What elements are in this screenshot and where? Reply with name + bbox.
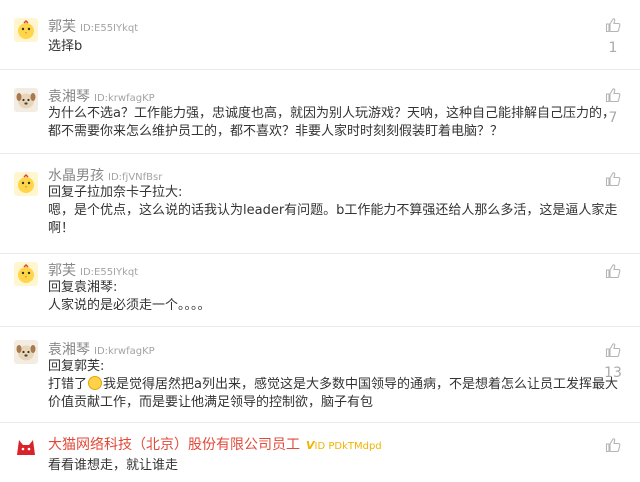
comment-author: 郭芙 ID:E55IYkqt	[48, 16, 138, 36]
like-button[interactable]: 13	[598, 342, 628, 381]
author-id: ID PDkTMdpd	[314, 441, 382, 452]
comment-author: 袁湘琴 ID:krwfagKP	[48, 339, 155, 359]
comment-line: 看看谁想走，就让谁走	[48, 458, 179, 473]
comment-item: 大猫网络科技（北京）股份有限公司员工 VID PDkTMdpd 看看谁想走，就让谁…	[0, 422, 640, 482]
comment-item: 郭芙 ID:E55IYkqt 选择b 1	[0, 0, 640, 70]
comment-author: 袁湘琴 ID:krwfagKP	[48, 86, 155, 106]
comment-item: 袁湘琴 ID:krwfagKP 回复郭芙: 打错了 我是觉得居然把a列出来，感觉这是…	[0, 326, 640, 423]
like-count	[598, 194, 628, 210]
comment-text: 回复袁湘琴: 人家说的是必须走一个。。。。	[48, 279, 596, 315]
thumbs-up-icon	[605, 172, 621, 187]
reply-to-label: 回复袁湘琴:	[48, 280, 118, 295]
comment-line: 选择b	[48, 39, 83, 54]
like-count: 1	[608, 40, 618, 56]
like-button[interactable]: 7	[598, 87, 628, 126]
author-id: ID:E55IYkqt	[80, 23, 139, 34]
author-id: ID:krwfagKP	[94, 346, 155, 357]
comment-text: 选择b	[48, 38, 596, 56]
comment-text: 为什么不选a？工作能力强，忠诚度也高，就因为别人玩游戏？天呐，这种自己能排解自己…	[48, 105, 615, 141]
thumbs-up-icon	[605, 264, 621, 279]
comment-text: 看看谁想走，就让谁走	[48, 457, 596, 475]
author-id: ID:E55IYkqt	[80, 267, 139, 278]
reply-to-label: 回复郭芙:	[48, 359, 105, 374]
comment-line: 都不需要你来怎么维护员工的，都不喜欢？非要人家时时刻刻假装盯着电脑？？	[48, 124, 504, 139]
comment-text-segment: 我是觉得居然把a列出来，感觉这是大多数中国领导的通病，不是想着怎么让员工发挥最大	[103, 377, 618, 392]
comment-text: 回复郭芙: 打错了 我是觉得居然把a列出来，感觉这是大多数中国领导的通病，不是想着…	[48, 358, 618, 412]
comment-line: 嗯，是个优点，这么说的话我认为leader有问题。b工作能力不算强还给人那么多活…	[48, 203, 618, 218]
thumbs-up-icon	[605, 343, 621, 358]
chick-avatar-icon[interactable]	[14, 262, 38, 286]
chick-avatar-icon[interactable]	[14, 18, 38, 42]
grinning-face-emoji-icon	[88, 376, 103, 390]
author-id: ID:krwfagKP	[94, 93, 155, 104]
comment-author: 郭芙 ID:E55IYkqt	[48, 260, 138, 280]
comment-line: 为什么不选a？工作能力强，忠诚度也高，就因为别人玩游戏？天呐，这种自己能排解自己…	[48, 106, 615, 121]
reply-to-label: 回复子拉加奈卡子拉大:	[48, 185, 183, 200]
like-count: 13	[604, 365, 622, 381]
author-nickname[interactable]: 水晶男孩	[48, 168, 104, 184]
comment-item: 水晶男孩 ID:fjVNfBsr 回复子拉加奈卡子拉大: 嗯，是个优点，这么说的话…	[0, 153, 640, 254]
like-button[interactable]	[598, 171, 628, 210]
author-nickname[interactable]: 大猫网络科技（北京）股份有限公司员工	[48, 437, 300, 453]
like-count	[598, 286, 628, 302]
comment-line: 啊！	[48, 221, 75, 236]
like-count	[598, 460, 628, 476]
like-button[interactable]	[598, 263, 628, 302]
dog-avatar-icon[interactable]	[14, 340, 38, 364]
comment-author: 水晶男孩 ID:fjVNfBsr	[48, 165, 162, 185]
like-button[interactable]	[598, 437, 628, 476]
dog-avatar-icon[interactable]	[14, 88, 38, 112]
comment-author: 大猫网络科技（北京）股份有限公司员工 VID PDkTMdpd	[48, 434, 382, 454]
verified-badge: V	[306, 439, 315, 452]
like-button[interactable]: 1	[598, 17, 628, 56]
comment-line: 人家说的是必须走一个。。。。	[48, 298, 211, 313]
cat-logo-avatar-icon[interactable]	[14, 435, 38, 459]
author-id: ID:fjVNfBsr	[108, 172, 163, 183]
thumbs-up-icon	[605, 88, 621, 103]
author-nickname[interactable]: 郭芙	[48, 263, 76, 279]
thumbs-up-icon	[605, 18, 621, 33]
author-nickname[interactable]: 袁湘琴	[48, 342, 90, 358]
comment-text-segment: 打错了	[48, 377, 88, 392]
author-nickname[interactable]: 袁湘琴	[48, 89, 90, 105]
comment-line: 打错了 我是觉得居然把a列出来，感觉这是大多数中国领导的通病，不是想着怎么让员工发…	[48, 376, 618, 394]
like-count: 7	[608, 110, 618, 126]
comment-text: 回复子拉加奈卡子拉大: 嗯，是个优点，这么说的话我认为leader有问题。b工作…	[48, 184, 618, 238]
comment-item: 郭芙 ID:E55IYkqt 回复袁湘琴: 人家说的是必须走一个。。。。	[0, 253, 640, 327]
thumbs-up-icon	[605, 438, 621, 453]
chick-avatar-icon[interactable]	[14, 172, 38, 196]
comment-item: 袁湘琴 ID:krwfagKP 为什么不选a？工作能力强，忠诚度也高，就因为别人玩…	[0, 69, 640, 154]
comment-line: 价值贡献工作，而是要让他满足领导的控制欲，脑子有包	[48, 395, 374, 410]
author-nickname[interactable]: 郭芙	[48, 19, 76, 35]
